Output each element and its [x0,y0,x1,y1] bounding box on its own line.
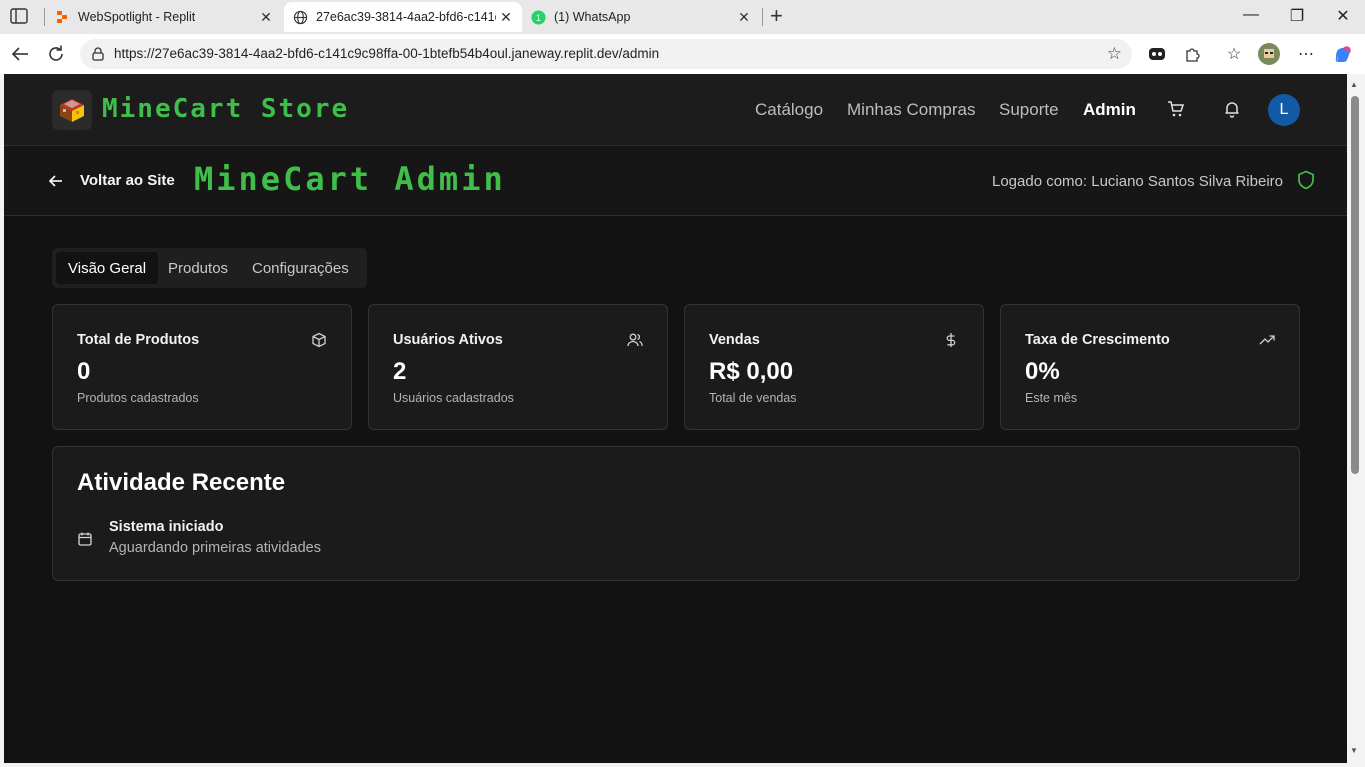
card-title: Total de Produtos [77,332,200,348]
back-to-site-link[interactable]: Voltar ao Site [80,172,175,189]
address-bar[interactable]: https://27e6ac39-3814-4aa2-bfd6-c141c9c9… [80,39,1132,69]
tab-title: (1) WhatsApp [554,10,631,24]
new-tab-button[interactable]: + [770,5,783,27]
scroll-down-arrow[interactable]: ▼ [1350,746,1358,755]
copilot-icon[interactable] [1331,42,1355,66]
activity-title: Atividade Recente [77,469,286,496]
box-icon [311,332,327,348]
card-subtitle: Produtos cadastrados [77,391,199,405]
stat-card-users: Usuários Ativos 2 Usuários cadastrados [368,304,668,430]
site-header: MineCart Store Catálogo Minhas Compras S… [4,74,1347,146]
url-text[interactable]: https://27e6ac39-3814-4aa2-bfd6-c141c9c9… [114,46,659,61]
card-subtitle: Este mês [1025,391,1078,405]
card-value: 0% [1025,358,1060,385]
admin-bar: Voltar ao Site MineCart Admin Logado com… [4,146,1347,216]
tab-admin[interactable]: 27e6ac39-3814-4aa2-bfd6-c141c9 ✕ [284,2,522,32]
tab-separator [762,8,763,26]
site-info-icon[interactable] [90,46,106,62]
maximize-button[interactable]: ❐ [1287,6,1307,26]
stat-card-products: Total de Produtos 0 Produtos cadastrados [52,304,352,430]
card-subtitle: Usuários cadastrados [393,391,514,405]
cart-icon[interactable] [1167,100,1185,118]
whatsapp-icon: 1 [530,9,546,25]
browser-tab-bar: WebSpotlight - Replit ✕ 27e6ac39-3814-4a… [0,0,1365,34]
nav-minhas-compras[interactable]: Minhas Compras [847,100,976,120]
whatsapp-badge: 1 [535,12,540,22]
page-scrollbar[interactable]: ▲ ▼ [1347,74,1365,763]
admin-tabs: Visão Geral Produtos Configurações [52,248,367,288]
activity-item-heading: Sistema iniciado [109,519,224,535]
bell-icon[interactable] [1223,100,1241,118]
card-title: Vendas [709,332,760,348]
globe-icon [292,9,308,25]
card-value: 0 [77,358,91,385]
replit-icon [54,9,70,25]
scroll-up-arrow[interactable]: ▲ [1350,80,1358,89]
calendar-icon [77,531,93,547]
tab-close-icon[interactable]: ✕ [736,9,752,26]
trending-up-icon [1259,332,1275,348]
tab-separator [44,8,45,26]
user-avatar[interactable]: L [1268,94,1300,126]
sidebar-toggle-icon[interactable] [10,8,30,26]
minecart-logo-icon[interactable] [52,90,92,130]
browser-toolbar: https://27e6ac39-3814-4aa2-bfd6-c141c9c9… [0,34,1365,74]
reload-icon[interactable] [45,43,67,65]
nav-suporte[interactable]: Suporte [999,100,1059,120]
tab-configuracoes[interactable]: Configurações [240,252,361,284]
admin-title: MineCart Admin [194,160,506,198]
page-viewport: MineCart Store Catálogo Minhas Compras S… [4,74,1347,763]
back-icon[interactable] [9,43,31,65]
tab-whatsapp[interactable]: 1 (1) WhatsApp ✕ [524,2,760,32]
logged-in-user: Logado como: Luciano Santos Silva Ribeir… [991,173,1283,190]
tab-title: WebSpotlight - Replit [78,10,196,24]
tab-visao-geral[interactable]: Visão Geral [56,252,159,284]
users-icon [627,332,643,348]
card-value: R$ 0,00 [709,358,794,385]
stat-card-growth: Taxa de Crescimento 0% Este mês [1000,304,1300,430]
nav-catalogo[interactable]: Catálogo [755,100,823,120]
extension-icon[interactable] [1145,42,1169,66]
scrollbar-thumb[interactable] [1351,96,1359,474]
minimize-button[interactable]: — [1241,6,1261,24]
tab-title: 27e6ac39-3814-4aa2-bfd6-c141c9 [316,10,496,24]
card-value: 2 [393,358,407,385]
tab-close-icon[interactable]: ✕ [498,9,514,26]
favorite-star-icon[interactable]: ☆ [1107,44,1122,64]
puzzle-icon[interactable] [1181,42,1205,66]
arrow-left-icon[interactable] [48,173,64,189]
more-options-icon[interactable]: ⋯ [1294,42,1318,66]
nav-admin[interactable]: Admin [1083,100,1136,120]
tab-close-icon[interactable]: ✕ [258,9,274,26]
activity-item-detail: Aguardando primeiras atividades [109,540,321,556]
profile-avatar[interactable] [1257,42,1281,66]
card-subtitle: Total de vendas [709,391,797,405]
card-title: Usuários Ativos [393,332,503,348]
card-title: Taxa de Crescimento [1025,332,1170,348]
window-close-button[interactable]: ✕ [1333,6,1353,26]
tab-produtos[interactable]: Produtos [156,252,240,284]
shield-icon [1297,170,1315,190]
tab-webspotlight[interactable]: WebSpotlight - Replit ✕ [46,2,282,32]
stat-card-sales: Vendas R$ 0,00 Total de vendas [684,304,984,430]
favorites-icon[interactable]: ☆ [1222,42,1246,66]
recent-activity-panel: Atividade Recente Sistema iniciado Aguar… [52,446,1300,581]
dollar-icon [943,332,959,348]
site-brand[interactable]: MineCart Store [102,94,349,124]
